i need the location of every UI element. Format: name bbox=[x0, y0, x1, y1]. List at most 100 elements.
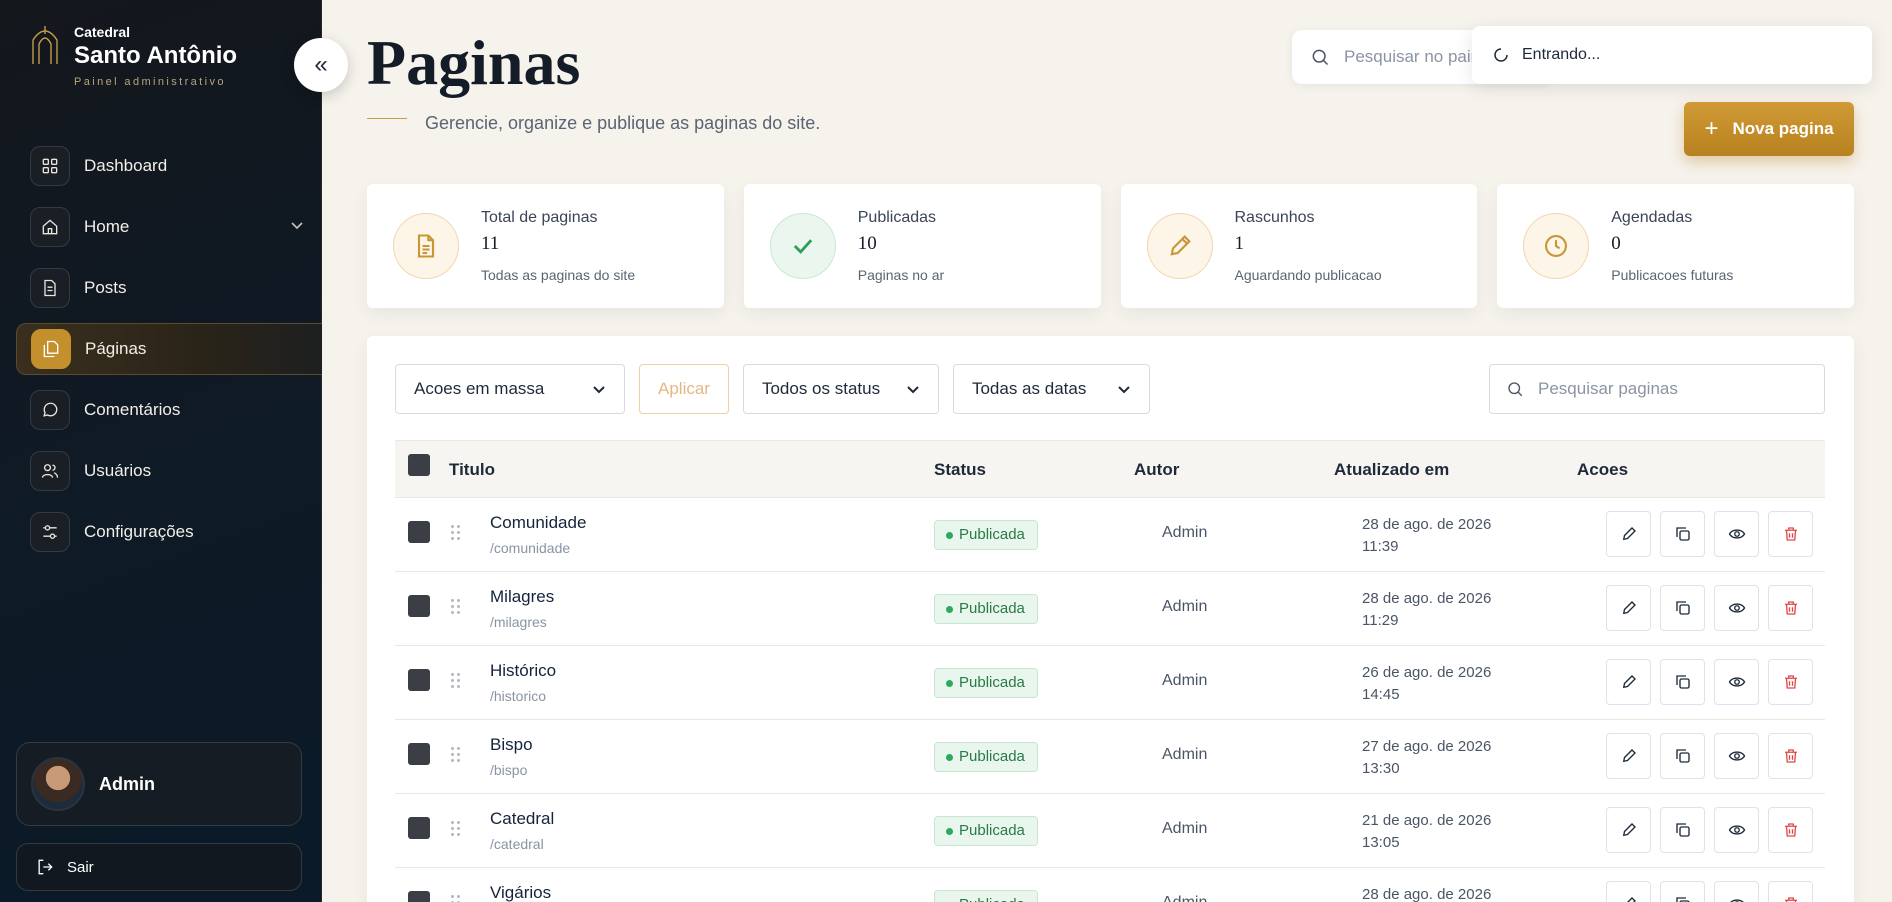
delete-button[interactable] bbox=[1768, 807, 1813, 853]
page-title-link[interactable]: Milagres bbox=[490, 587, 554, 607]
pencil-icon bbox=[1626, 897, 1636, 902]
pencil-icon bbox=[1622, 527, 1636, 541]
edit-button[interactable] bbox=[1606, 733, 1651, 779]
brand-small: Catedral bbox=[74, 24, 131, 40]
column-title[interactable]: Titulo bbox=[449, 460, 495, 480]
column-actions: Acoes bbox=[1577, 460, 1629, 479]
pencil-icon bbox=[1622, 675, 1636, 689]
eye-icon bbox=[1728, 677, 1745, 687]
delete-button[interactable] bbox=[1768, 511, 1813, 557]
edit-button[interactable] bbox=[1606, 585, 1651, 631]
edit-button[interactable] bbox=[1606, 807, 1651, 853]
delete-button[interactable] bbox=[1768, 585, 1813, 631]
sidebar-item-posts[interactable]: Posts bbox=[16, 262, 322, 314]
bulk-actions-select[interactable]: Acoes em massa bbox=[395, 364, 625, 414]
copy-icon bbox=[1675, 749, 1690, 763]
view-button[interactable] bbox=[1714, 807, 1759, 853]
logout-icon bbox=[38, 859, 53, 875]
stat-note: Todas as paginas do site bbox=[481, 267, 636, 283]
drag-handle-icon[interactable] bbox=[451, 747, 463, 765]
duplicate-button[interactable] bbox=[1660, 659, 1705, 705]
pencil-icon bbox=[1622, 823, 1636, 837]
logout-button[interactable]: Sair bbox=[16, 843, 302, 891]
view-button[interactable] bbox=[1714, 585, 1759, 631]
drag-handle-icon[interactable] bbox=[451, 895, 463, 902]
logout-label: Sair bbox=[67, 858, 94, 876]
status-filter-select[interactable]: Todos os status bbox=[742, 364, 939, 414]
duplicate-button[interactable] bbox=[1660, 585, 1705, 631]
drag-handle-icon[interactable] bbox=[451, 525, 463, 543]
page-subtitle: Gerencie, organize e publique as paginas… bbox=[425, 113, 821, 133]
sidebar-item-usuarios[interactable]: Usuários bbox=[16, 445, 322, 497]
sidebar-item-configuracoes[interactable]: Configurações bbox=[16, 506, 322, 558]
pages-search-placeholder: Pesquisar paginas bbox=[1538, 379, 1678, 398]
table-row: Catedral /catedral Publicada Admin 21 de… bbox=[395, 794, 1825, 868]
page-title-link[interactable]: Comunidade bbox=[490, 513, 586, 533]
delete-button[interactable] bbox=[1768, 881, 1813, 902]
chevron-down-icon[interactable] bbox=[290, 218, 304, 232]
brand[interactable]: Catedral Santo Antônio Painel administra… bbox=[30, 24, 237, 88]
page-author: Admin bbox=[1162, 746, 1208, 763]
sidebar-item-comentarios[interactable]: Comentários bbox=[16, 384, 322, 436]
row-checkbox[interactable] bbox=[408, 891, 430, 902]
eye-icon bbox=[1728, 751, 1745, 761]
page-title-link[interactable]: Vigários bbox=[490, 883, 551, 902]
row-actions bbox=[1606, 511, 1813, 557]
new-page-button[interactable]: + Nova pagina bbox=[1684, 102, 1854, 156]
updated-date: 28 de ago. de 2026 bbox=[1362, 516, 1492, 533]
sidebar-item-paginas[interactable]: Páginas bbox=[16, 323, 322, 375]
duplicate-button[interactable] bbox=[1660, 733, 1705, 779]
view-button[interactable] bbox=[1714, 733, 1759, 779]
status-badge: Publicada bbox=[934, 668, 1038, 698]
pages-search-input[interactable]: Pesquisar paginas bbox=[1489, 364, 1825, 414]
edit-button[interactable] bbox=[1606, 511, 1651, 557]
edit-button[interactable] bbox=[1606, 881, 1651, 902]
sidebar-item-home[interactable]: Home bbox=[16, 201, 322, 253]
date-filter-value: Todas as datas bbox=[971, 379, 1087, 398]
sidebar-item-dashboard[interactable]: Dashboard bbox=[16, 140, 322, 192]
brand-subtitle: Painel administrativo bbox=[74, 76, 226, 88]
row-checkbox[interactable] bbox=[408, 817, 430, 839]
date-filter-select[interactable]: Todas as datas bbox=[952, 364, 1150, 414]
page-author: Admin bbox=[1162, 524, 1208, 541]
delete-button[interactable] bbox=[1768, 659, 1813, 705]
row-checkbox[interactable] bbox=[408, 743, 430, 765]
column-status[interactable]: Status bbox=[934, 460, 986, 480]
stat-card-drafts: Rascunhos 1 Aguardando publicacao bbox=[1120, 184, 1478, 308]
view-button[interactable] bbox=[1714, 511, 1759, 557]
page-title-link[interactable]: Bispo bbox=[490, 735, 533, 755]
page-author: Admin bbox=[1162, 820, 1208, 837]
row-checkbox[interactable] bbox=[408, 595, 430, 617]
drag-handle-icon[interactable] bbox=[451, 673, 463, 691]
select-all-checkbox[interactable] bbox=[408, 454, 430, 476]
stat-label: Rascunhos bbox=[1234, 209, 1315, 226]
edit-button[interactable] bbox=[1606, 659, 1651, 705]
duplicate-button[interactable] bbox=[1660, 881, 1705, 902]
status-badge: Publicada bbox=[934, 816, 1038, 846]
page-title-link[interactable]: Catedral bbox=[490, 809, 554, 829]
copy-icon bbox=[1675, 601, 1690, 615]
trash-icon bbox=[1784, 601, 1797, 615]
user-card[interactable]: Admin bbox=[16, 742, 302, 826]
updated-at: 28 de ago. de 2026 11:39 bbox=[1362, 514, 1491, 558]
avatar bbox=[31, 757, 85, 811]
view-button[interactable] bbox=[1714, 881, 1759, 902]
drag-handle-icon[interactable] bbox=[451, 599, 463, 617]
collapse-sidebar-button[interactable]: « bbox=[294, 38, 348, 92]
view-button[interactable] bbox=[1714, 659, 1759, 705]
sidebar-item-label: Configurações bbox=[84, 522, 194, 541]
apply-button[interactable]: Aplicar bbox=[639, 364, 729, 414]
row-checkbox[interactable] bbox=[408, 669, 430, 691]
delete-button[interactable] bbox=[1768, 733, 1813, 779]
column-author[interactable]: Autor bbox=[1134, 460, 1179, 480]
column-updated[interactable]: Atualizado em bbox=[1334, 460, 1449, 480]
updated-at: 28 de ago. de 2026 bbox=[1362, 884, 1491, 902]
stat-label: Publicadas bbox=[857, 209, 937, 226]
comment-icon bbox=[30, 390, 70, 430]
page-title-link[interactable]: Histórico bbox=[490, 661, 556, 681]
duplicate-button[interactable] bbox=[1660, 807, 1705, 853]
row-checkbox[interactable] bbox=[408, 521, 430, 543]
stat-value: 0 bbox=[1611, 233, 1621, 254]
drag-handle-icon[interactable] bbox=[451, 821, 463, 839]
duplicate-button[interactable] bbox=[1660, 511, 1705, 557]
